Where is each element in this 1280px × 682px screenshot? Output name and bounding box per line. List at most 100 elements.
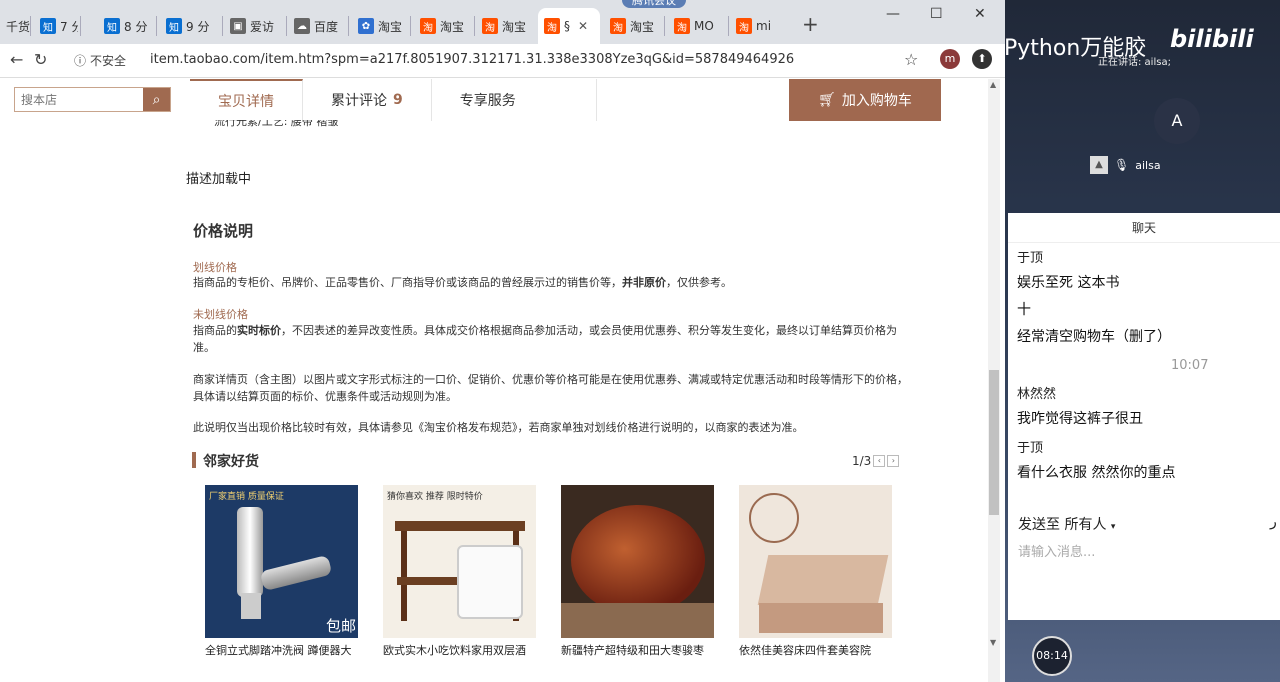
detail-tabs: 宝贝详情 累计评论 9 专享服务 [190, 79, 597, 121]
browser-tab[interactable]: 淘淘宝 [476, 8, 534, 44]
browser-tab[interactable]: ✿ 淘宝 [352, 8, 410, 44]
chat-sender: 林然然 [1017, 387, 1057, 402]
browser-tab[interactable]: 淘淘宝 [604, 8, 662, 44]
product-image[interactable]: 厂家直销 质量保证 包邮 [205, 485, 358, 638]
address-bar[interactable]: item.taobao.com/item.htm?spm=a217f.80519… [150, 52, 794, 67]
browser-tab[interactable]: 知 9 分 [160, 8, 218, 44]
chat-header: 聊天 [1008, 213, 1280, 243]
tab-strip: 千货 知7 分 知8 分 知9 分 ▣ 爱访 ☁ 百度 ✿ 淘宝 淘淘宝 淘淘宝 淘 §… [0, 0, 1005, 44]
info-icon: ⓘ [74, 54, 87, 68]
section-marker [192, 452, 196, 468]
tab-label: 千货 [6, 19, 30, 34]
pager-text: 1/3 [852, 454, 872, 468]
add-to-cart-button[interactable]: 🛒︎ 加入购物车 [789, 79, 941, 121]
store-search-input[interactable] [15, 88, 143, 111]
product-name: 依然佳美容床四件套美容院 [739, 644, 871, 656]
send-to-selector[interactable]: 发送至 所有人 ▾ [1018, 514, 1115, 534]
product-card[interactable]: 新疆特产超特级和田大枣骏枣 [561, 485, 716, 656]
product-image[interactable]: 猜你喜欢 推荐 限时特价 [383, 485, 536, 638]
security-label: 不安全 [90, 54, 127, 68]
chat-sender: 于顶 [1017, 251, 1044, 266]
scroll-down-icon[interactable]: ▼ [990, 638, 996, 647]
browser-tab[interactable]: 知 8 分 [98, 8, 148, 44]
tab-label: 9 分 [186, 19, 210, 34]
browser-tab[interactable]: 淘 mi [730, 8, 790, 44]
chat-message: 我咋觉得这裤子很丑 [1017, 411, 1143, 427]
microphone-icon: 🎙︎ [1114, 158, 1130, 172]
tab-label: 淘宝 [440, 19, 465, 34]
browser-tab-active[interactable]: 淘 § ✕ [538, 8, 600, 44]
page-icon: ▣ [230, 18, 246, 34]
profile-avatar[interactable]: m [940, 49, 960, 69]
product-card[interactable]: 依然佳美容床四件套美容院 [739, 485, 894, 656]
product-card[interactable]: 厂家直销 质量保证 包邮 全铜立式脚踏冲洗阀 蹲便器大 [205, 485, 360, 656]
tab-label: 百度 [314, 19, 339, 34]
browser-tab[interactable]: 淘 MO [668, 8, 728, 44]
maximize-icon[interactable]: ☐ [930, 6, 943, 22]
product-badge: 厂家直销 质量保证 [209, 492, 284, 502]
search-icon[interactable]: ⌕ [143, 88, 170, 111]
chat-timestamp: 10:07 [1171, 358, 1209, 373]
tab-reviews[interactable]: 累计评论 9 [303, 79, 432, 121]
tab-label: mi [756, 19, 772, 33]
product-image[interactable] [561, 485, 714, 638]
close-tab-icon[interactable]: ✕ [578, 19, 588, 33]
next-icon[interactable]: › [887, 455, 900, 467]
tab-label: 7 分 [60, 19, 78, 34]
product-name: 全铜立式脚踏冲洗阀 蹲便器大 [205, 644, 352, 656]
actual-price-text: 指商品的实时标价，不因表述的差异改变性质。具体成交价格根据商品参加活动，或会员使… [193, 324, 897, 354]
loading-text: 描述加载中 [186, 172, 252, 187]
product-image[interactable] [739, 485, 892, 638]
carousel-pager: 1/3 ‹ › [852, 454, 900, 468]
new-tab-button[interactable]: + [802, 12, 819, 36]
back-icon[interactable]: ← [10, 50, 23, 69]
minimize-icon[interactable]: — [886, 6, 900, 22]
browser-toolbar: ← ↻ ⓘ 不安全 item.taobao.com/item.htm?spm=a2… [0, 44, 1005, 78]
browser-tab[interactable]: ▣ 爱访 [224, 8, 282, 44]
extension-icon[interactable]: ⬆ [972, 49, 992, 69]
tab-reviews-label: 累计评论 [331, 93, 387, 109]
browser-tab[interactable]: 知 7 分 [34, 8, 78, 44]
zhihu-icon: 知 [40, 18, 56, 34]
baidu-icon: ✿ [358, 18, 374, 34]
cart-icon: 🛒︎ [818, 92, 836, 108]
chat-message: 十 [1017, 302, 1031, 318]
taobao-icon: 淘 [610, 18, 626, 34]
close-window-icon[interactable]: ✕ [974, 6, 986, 22]
browser-tab[interactable]: ☁ 百度 [288, 8, 346, 44]
chat-input[interactable]: 请输入消息... [1018, 541, 1095, 560]
chat-sender: 于顶 [1017, 441, 1044, 456]
review-count: 9 [393, 92, 403, 108]
tab-label: 淘宝 [378, 19, 403, 34]
tab-label: 8 分 [124, 19, 148, 34]
tab-details[interactable]: 宝贝详情 [190, 79, 303, 121]
browser-tab[interactable]: 千货 [0, 8, 30, 44]
tab-label: MO [694, 19, 714, 33]
chat-window: 聊天 于顶 娱乐至死 这本书 十 经常清空购物车（删了） 10:07 林然然 我… [1008, 213, 1280, 620]
product-name: 新疆特产超特级和田大枣骏枣 [561, 644, 704, 656]
product-page: ⌕ 宝贝详情 累计评论 9 专享服务 🛒︎ 加入购物车 流行元素/工艺: 腰带 褶皱… [0, 79, 988, 682]
browser-tab[interactable]: 淘淘宝 [414, 8, 472, 44]
scroll-up-icon[interactable]: ▲ [990, 80, 996, 89]
user-icon: ▲ [1090, 156, 1108, 174]
product-card[interactable]: 猜你喜欢 推荐 限时特价 欧式实木小吃饮料家用双层酒 [383, 485, 538, 656]
prev-icon[interactable]: ‹ [873, 455, 886, 467]
product-badge: 猜你喜欢 推荐 限时特价 [387, 492, 483, 502]
scrollbar-thumb[interactable] [989, 370, 999, 515]
cloud-icon: ☁ [294, 18, 310, 34]
zhihu-icon: 知 [166, 18, 182, 34]
tab-label: § [564, 19, 570, 33]
bookmark-star-icon[interactable]: ☆ [904, 50, 918, 69]
tab-label: 淘宝 [502, 19, 527, 34]
tab-services[interactable]: 专享服务 [432, 79, 597, 121]
chevron-down-icon: ▾ [1110, 522, 1116, 532]
tab-label: 淘宝 [630, 19, 655, 34]
chat-extra-button[interactable]: ر [1270, 514, 1277, 530]
taobao-icon: 淘 [736, 18, 752, 34]
security-indicator[interactable]: ⓘ 不安全 [74, 52, 126, 69]
meeting-indicator: 腾讯会议 [622, 0, 686, 8]
speaking-indicator: 正在讲话: ailsa; [1098, 57, 1171, 68]
reload-icon[interactable]: ↻ [34, 50, 47, 69]
participant-row[interactable]: ▲ 🎙︎ ailsa [1090, 156, 1161, 174]
tab-details-label: 宝贝详情 [218, 94, 274, 110]
